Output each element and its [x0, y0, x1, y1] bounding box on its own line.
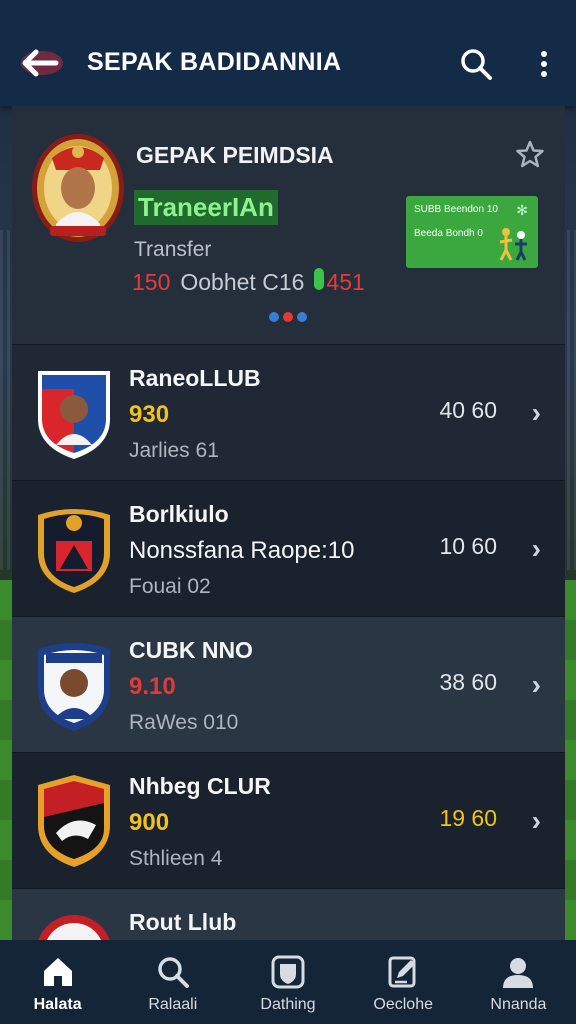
nav-label: Nnanda — [490, 996, 547, 1013]
club-subtitle: Sthlieen 4 — [129, 847, 223, 870]
chevron-right-icon[interactable]: › — [532, 533, 541, 565]
club-crest-icon — [38, 509, 110, 593]
stat-right: 451 — [326, 269, 365, 295]
club-value: 900 — [129, 809, 170, 836]
stat-left: 150 — [132, 268, 171, 295]
app-bar: SEPAK BADIDANNIA — [0, 0, 576, 106]
stat-right-group: 451 — [314, 268, 365, 296]
nav-label: Dathing — [260, 996, 316, 1013]
garuda-crest-icon — [32, 134, 124, 242]
star-outline-icon[interactable] — [516, 140, 544, 168]
club-name: CUBK NNO — [129, 637, 253, 663]
featured-card[interactable]: GEPAK PEIMDSIA TraneerIAn Transfer 150 O… — [12, 106, 565, 344]
club-name: RaneoLLUB — [129, 365, 261, 391]
nav-search[interactable]: Ralaali — [115, 940, 230, 1024]
carousel-dots[interactable] — [269, 312, 307, 322]
players-illustration-icon — [499, 228, 527, 261]
nav-home[interactable]: Halata — [0, 940, 115, 1024]
promo-line-1: SUBB Beendon 10 — [414, 204, 498, 215]
featured-badge: TraneerIAn — [134, 190, 278, 225]
club-subtitle: RaWes 010 — [129, 711, 239, 734]
chevron-right-icon[interactable]: › — [532, 805, 541, 837]
club-row[interactable]: CUBK NNO 9.10 RaWes 010 38 60 › — [12, 616, 565, 752]
club-row[interactable]: RaneoLLUB 930 Jarlies 61 40 60 › — [12, 344, 565, 480]
settings-icon: ✻ — [516, 202, 528, 218]
club-subtitle: Jarlies 61 — [129, 439, 219, 462]
featured-title: GEPAK PEIMDSIA — [136, 142, 334, 168]
stat-mid: Oobhet C16 — [180, 268, 305, 295]
club-list-panel: GEPAK PEIMDSIA TraneerIAn Transfer 150 O… — [12, 106, 565, 940]
nav-profile[interactable]: Nnanda — [461, 940, 576, 1024]
carousel-dot[interactable] — [283, 312, 293, 322]
status-pill — [314, 268, 325, 290]
club-name: Nhbeg CLUR — [129, 773, 271, 799]
club-name: Borlkiulo — [129, 501, 229, 527]
club-score: 19 60 — [439, 805, 497, 831]
club-score: 10 60 — [439, 533, 497, 559]
club-score: 38 60 — [439, 669, 497, 695]
featured-label: Transfer — [134, 238, 212, 261]
club-value: Nonssfana Raope:10 — [129, 537, 355, 564]
club-subtitle: Fouai 02 — [129, 575, 211, 598]
club-name: Rout Llub — [129, 909, 237, 935]
home-icon — [43, 958, 72, 986]
club-score: 40 60 — [439, 397, 497, 423]
search-icon — [158, 957, 189, 988]
club-row[interactable]: Rout Llub — [12, 888, 565, 940]
carousel-dot[interactable] — [297, 312, 307, 322]
club-row[interactable]: Borlkiulo Nonssfana Raope:10 Fouai 02 10… — [12, 480, 565, 616]
chevron-right-icon[interactable]: › — [532, 669, 541, 701]
club-value: 930 — [129, 401, 170, 428]
club-row[interactable]: Nhbeg CLUR 900 Sthlieen 4 19 60 › — [12, 752, 565, 888]
club-crest-icon — [38, 371, 110, 459]
bottom-navigation: Halata Ralaali Dathing Oeclohe Nnanda — [0, 940, 576, 1024]
shield-icon — [271, 955, 305, 989]
carousel-dot[interactable] — [269, 312, 279, 322]
chevron-right-icon[interactable]: › — [532, 397, 541, 429]
nav-label: Oeclohe — [373, 996, 433, 1013]
back-arrow-icon[interactable] — [20, 44, 64, 82]
club-crest-icon — [38, 915, 110, 940]
app-title: SEPAK BADIDANNIA — [87, 48, 342, 76]
club-crest-icon — [38, 775, 110, 867]
nav-dating[interactable]: Dathing — [230, 940, 345, 1024]
nav-edit[interactable]: Oeclohe — [346, 940, 461, 1024]
featured-stats: 150 Oobhet C16 451 — [132, 268, 365, 296]
promo-banner[interactable]: ✻ SUBB Beendon 10 Beeda Bondh 0 — [406, 196, 538, 268]
nav-label: Halata — [33, 996, 82, 1013]
more-vertical-icon[interactable] — [532, 48, 556, 80]
profile-icon — [503, 958, 534, 988]
club-crest-icon — [38, 643, 110, 731]
club-value: 9.10 — [129, 673, 176, 700]
document-edit-icon — [388, 956, 416, 988]
nav-label: Ralaali — [148, 996, 198, 1013]
search-icon[interactable] — [458, 46, 494, 82]
